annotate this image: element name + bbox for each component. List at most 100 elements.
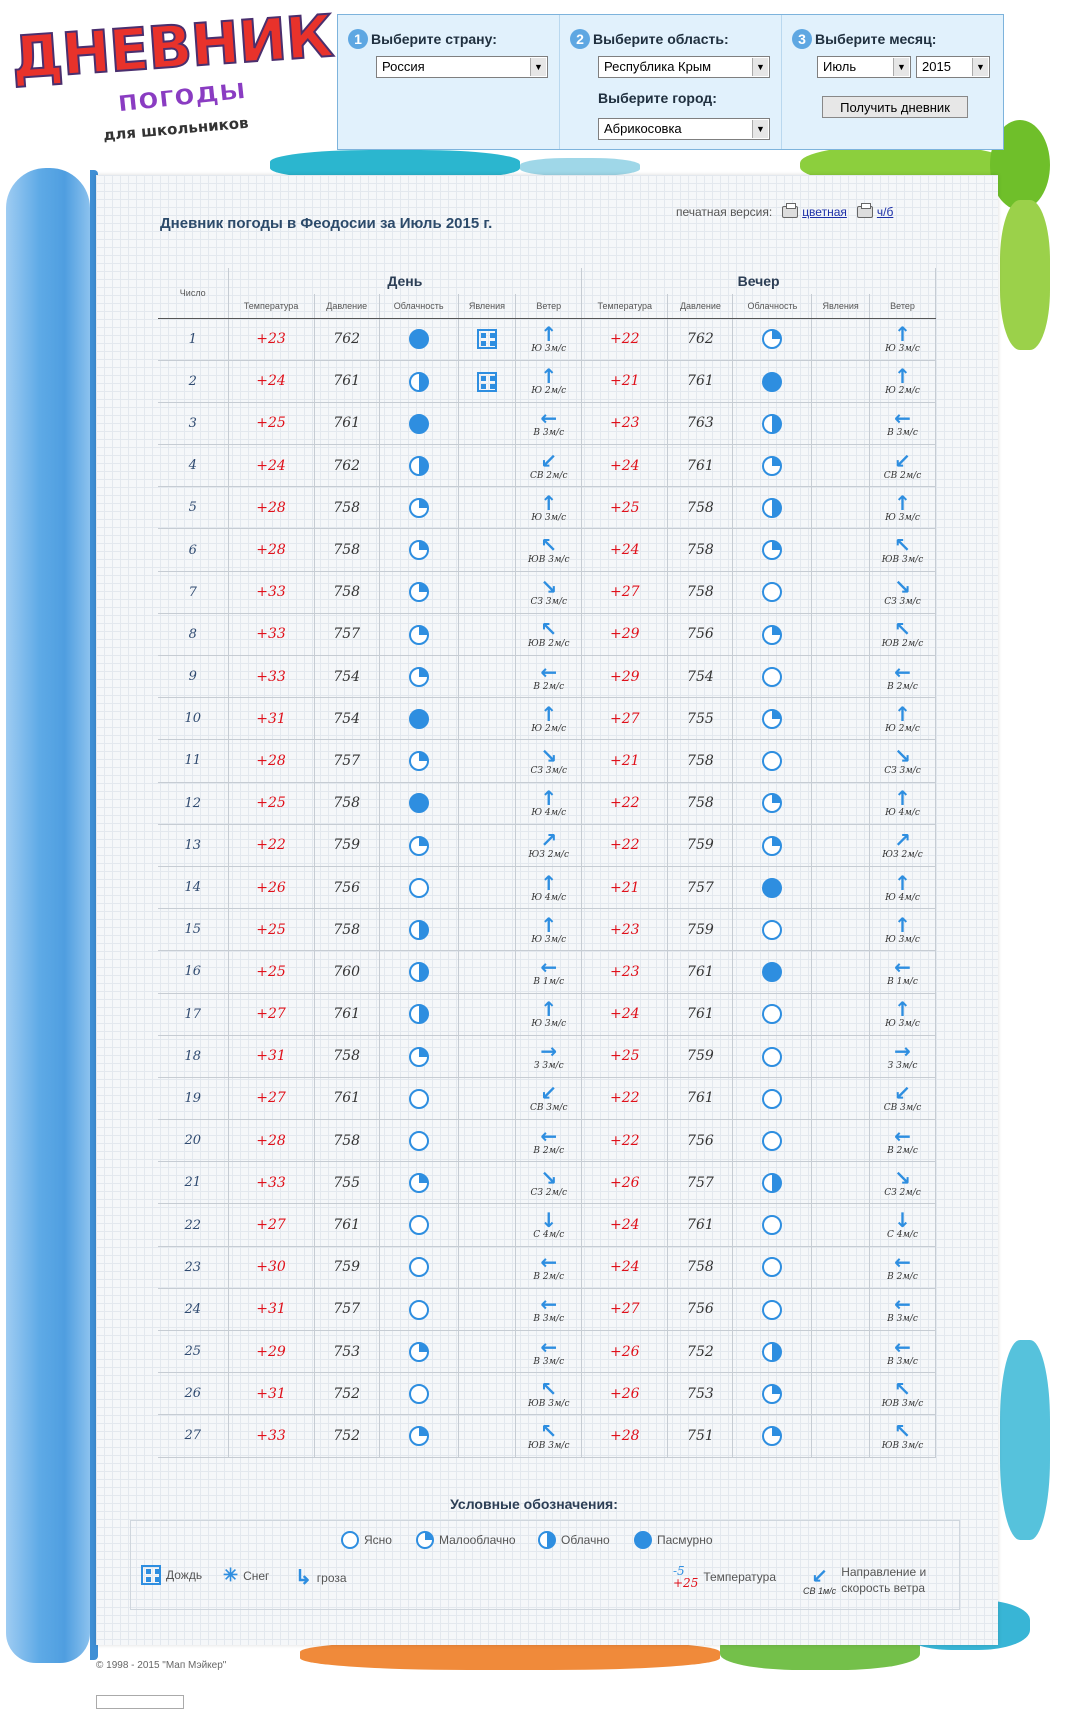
wind-sample: ↙ СВ 1м/с [803, 1563, 837, 1596]
country-select[interactable]: Россия ▼ [376, 56, 548, 78]
year-select[interactable]: 2015 ▼ [916, 56, 990, 78]
cell-wind: ↑ Ю 4м/с [515, 782, 583, 825]
chevron-down-icon: ▼ [752, 120, 768, 138]
table-row: 19 +27 761 ↙ СВ 3м/с +22 761 ↙ СВ 3м/с [158, 1077, 936, 1121]
clear-icon [762, 1215, 783, 1236]
cell-evening-pressure: 761 [667, 360, 734, 403]
month-select[interactable]: Июль ▼ [817, 56, 911, 78]
cell-phenomena [458, 1077, 517, 1121]
wind-speed: СЗ 3м/с [884, 765, 921, 776]
cell-day-temperature: +28 [227, 739, 315, 783]
region-select[interactable]: Республика Крым ▼ [598, 56, 770, 78]
cell-date: 14 [158, 866, 229, 910]
wind-arrow-icon: ↑ [894, 364, 911, 389]
cell-date: 24 [158, 1288, 229, 1332]
cell-wind: ← В 2м/с [515, 1119, 583, 1163]
print-label: печатная версия: [676, 205, 773, 219]
wind-indicator: ↑ Ю 2м/с [516, 704, 581, 734]
wind-indicator: ↓ С 4м/с [516, 1210, 581, 1240]
cell-day-temperature: +28 [227, 1119, 315, 1163]
cell-day-temperature: +33 [227, 613, 315, 657]
table-row: 4 +24 762 ↙ СВ 2м/с +24 761 ↙ СВ 2м/с [158, 444, 936, 488]
cell-phenomena [811, 993, 871, 1036]
cell-wind: ← В 2м/с [515, 1246, 583, 1289]
cell-evening-pressure: 758 [667, 1246, 734, 1289]
counter-badge[interactable] [96, 1695, 184, 1709]
wind-speed: ЮВ 3м/с [881, 1398, 924, 1409]
wind-arrow-icon: ↑ [894, 322, 911, 347]
cell-date: 13 [158, 824, 229, 867]
wind-indicator: ← В 2м/с [516, 1252, 581, 1282]
wind-indicator: ↗ ЮЗ 2м/с [870, 830, 935, 860]
wind-arrow-icon: → [540, 1039, 558, 1064]
get-diary-button[interactable]: Получить дневник [822, 96, 968, 118]
wind-arrow-icon: ← [540, 406, 558, 431]
table-row: 6 +28 758 ↖ ЮВ 3м/с +24 758 ↖ ЮВ 3м/с [158, 528, 936, 572]
site-logo[interactable]: ДНЕВНИК погоды для школьников [5, 1, 335, 144]
cell-phenomena [458, 486, 517, 530]
cell-evening-temperature: +25 [581, 486, 669, 530]
few-clouds-icon [762, 709, 783, 730]
wind-speed: В 2м/с [533, 1145, 565, 1156]
cell-phenomena [811, 1246, 871, 1289]
cell-evening-temperature: +22 [581, 1077, 669, 1121]
col-evening-7: Облачность [732, 294, 813, 319]
cell-day-pressure: 758 [314, 571, 380, 614]
group-day: День [227, 268, 583, 294]
cell-evening-temperature: +22 [581, 782, 669, 825]
print-color-link[interactable]: цветная [782, 203, 847, 219]
few-clouds-icon [408, 1426, 429, 1447]
cell-evening-pressure: 761 [667, 950, 734, 994]
cell-cloudiness [732, 1077, 813, 1121]
cell-day-pressure: 757 [314, 613, 380, 657]
clear-icon [408, 1130, 429, 1151]
cell-wind: ↖ ЮВ 3м/с [869, 1372, 936, 1416]
cell-phenomena [811, 655, 871, 699]
wind-speed: В 3м/с [533, 1314, 565, 1325]
few-clouds-icon [762, 624, 783, 645]
cell-day-temperature: +23 [227, 318, 315, 361]
col-evening-5: Температура [581, 294, 669, 319]
rain-icon [476, 371, 497, 392]
cell-evening-pressure: 761 [667, 993, 734, 1036]
print-bw-link[interactable]: ч/б [856, 203, 893, 219]
cell-day-pressure: 762 [314, 318, 380, 361]
cell-phenomena [458, 1119, 517, 1163]
cell-wind: ← В 2м/с [869, 655, 936, 699]
cell-date: 27 [158, 1414, 229, 1458]
cell-cloudiness [379, 528, 459, 572]
cell-wind: ↗ ЮЗ 2м/с [515, 824, 583, 867]
table-row: 7 +33 758 ↘ СЗ 3м/с +27 758 ↘ СЗ 3м/с [158, 571, 936, 614]
wind-speed: ЮВ 2м/с [528, 639, 570, 650]
cell-cloudiness [732, 1288, 813, 1332]
wind-arrow-icon: ↘ [894, 575, 911, 600]
cell-evening-temperature: +21 [581, 739, 669, 783]
cell-wind: ↘ СЗ 2м/с [869, 1161, 936, 1205]
cell-evening-pressure: 758 [667, 739, 734, 783]
few-clouds-icon [762, 329, 783, 350]
cell-day-pressure: 758 [314, 782, 380, 825]
city-select[interactable]: Абрикосовка ▼ [598, 118, 770, 140]
wind-arrow-icon: ← [894, 1250, 911, 1275]
clear-icon [341, 1531, 359, 1549]
table-row: 25 +29 753 ← В 3м/с +26 752 ← В 3м/с [158, 1330, 936, 1374]
table-row: 3 +25 761 ← В 3м/с +23 763 ← В 3м/с [158, 402, 936, 446]
wind-indicator: ↖ ЮВ 3м/с [516, 1421, 581, 1451]
cell-phenomena [458, 655, 517, 699]
few-clouds-icon [416, 1531, 434, 1549]
cell-evening-temperature: +22 [581, 824, 669, 867]
wind-indicator: ← В 2м/с [516, 662, 581, 692]
cell-wind: ← В 3м/с [869, 1330, 936, 1374]
wind-indicator: → З 3м/с [516, 1041, 581, 1071]
wind-speed: Ю 2м/с [531, 723, 567, 734]
cell-wind: ← В 1м/с [515, 950, 583, 994]
cell-wind: ↓ С 4м/с [869, 1203, 936, 1247]
cell-day-pressure: 761 [314, 402, 380, 446]
cell-cloudiness [379, 318, 459, 361]
wind-speed: Ю 4м/с [885, 892, 920, 903]
table-row: 18 +31 758 → З 3м/с +25 759 → З 3м/с [158, 1035, 936, 1078]
wind-arrow-icon: ← [540, 659, 558, 684]
legend-clear: Ясно [341, 1531, 392, 1549]
cell-phenomena [458, 1330, 517, 1374]
cell-evening-pressure: 752 [667, 1330, 734, 1374]
